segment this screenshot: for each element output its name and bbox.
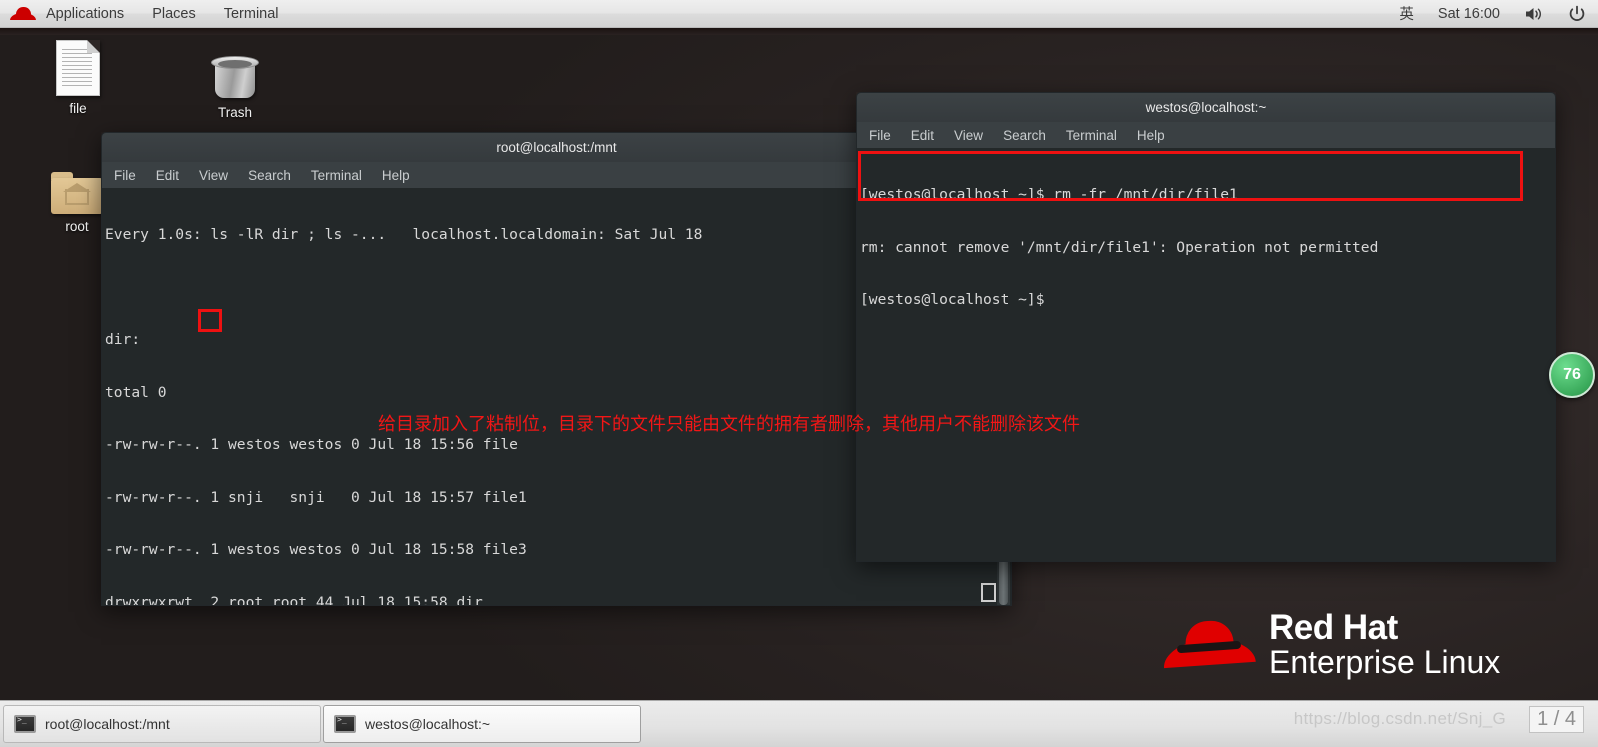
terminal2-menu-terminal[interactable]: Terminal	[1066, 128, 1117, 143]
menu-applications-label: Applications	[46, 5, 125, 22]
terminal1-menu-edit[interactable]: Edit	[156, 168, 179, 183]
desktop-icon-trash[interactable]: Trash	[187, 38, 283, 120]
taskbar-item-westos[interactable]: westos@localhost:~	[323, 705, 641, 743]
terminal1-title: root@localhost:/mnt	[496, 140, 617, 155]
terminal2-line-2: [westos@localhost ~]$	[860, 291, 1045, 308]
terminal1-menu-help[interactable]: Help	[382, 168, 410, 183]
terminal1-line-7: drwxrwxrwt 2 root root 44 Jul 18 15:58 d…	[105, 593, 483, 606]
notification-badge[interactable]: 76	[1549, 352, 1595, 398]
desktop-icon-trash-label: Trash	[217, 105, 252, 120]
redhat-enterprise-linux-branding: Red Hat Enterprise Linux	[1162, 608, 1501, 680]
terminal2-menu-search[interactable]: Search	[1003, 128, 1046, 143]
terminal1-menu-file[interactable]: File	[114, 168, 136, 183]
terminal2-screen[interactable]: [westos@localhost ~]$ rm -fr /mnt/dir/fi…	[856, 148, 1556, 562]
terminal1-menu-terminal[interactable]: Terminal	[311, 168, 362, 183]
terminal2-menubar: File Edit View Search Terminal Help	[856, 122, 1556, 148]
terminal2-menu-view[interactable]: View	[954, 128, 983, 143]
terminal-icon	[334, 715, 356, 733]
taskbar-item-root[interactable]: root@localhost:/mnt	[3, 705, 321, 743]
terminal2-menu-file[interactable]: File	[869, 128, 891, 143]
menu-terminal[interactable]: Terminal	[210, 0, 293, 28]
top-panel: Applications Places Terminal 英 Sat 16:00	[0, 0, 1598, 28]
taskbar-item-root-label: root@localhost:/mnt	[45, 716, 170, 732]
redhat-hat-icon	[1162, 613, 1256, 675]
terminal-icon	[14, 715, 36, 733]
terminal2-title: westos@localhost:~	[1145, 100, 1267, 115]
volume-icon[interactable]	[1512, 0, 1556, 28]
terminal1-cursor	[981, 583, 996, 602]
menu-places-label: Places	[152, 5, 196, 22]
trash-icon	[187, 38, 283, 100]
terminal2-line-1: rm: cannot remove '/mnt/dir/file1': Oper…	[860, 238, 1379, 256]
input-method-indicator[interactable]: 英	[1387, 0, 1426, 28]
csdn-watermark: https://blog.csdn.net/Snj_G	[1293, 709, 1506, 728]
redhat-logo-icon[interactable]	[10, 6, 36, 22]
terminal2-titlebar[interactable]: westos@localhost:~	[856, 92, 1556, 122]
power-icon[interactable]	[1556, 0, 1598, 28]
terminal1-menu-search[interactable]: Search	[248, 168, 291, 183]
page-indicator: 1 / 4	[1529, 706, 1584, 733]
clock[interactable]: Sat 16:00	[1426, 0, 1512, 28]
document-icon	[30, 34, 126, 96]
desktop-icon-file-label: file	[69, 101, 87, 116]
menu-places[interactable]: Places	[138, 0, 210, 28]
menu-applications[interactable]: Applications	[32, 0, 138, 28]
clock-label: Sat 16:00	[1437, 5, 1500, 22]
input-method-label: 英	[1399, 7, 1414, 23]
menu-terminal-label: Terminal	[223, 5, 279, 22]
terminal2-menu-help[interactable]: Help	[1137, 128, 1165, 143]
terminal2-line-0: [westos@localhost ~]$ rm -fr /mnt/dir/fi…	[860, 186, 1238, 203]
desktop-icon-file[interactable]: file	[30, 34, 126, 116]
brand-line-2: Enterprise Linux	[1269, 643, 1501, 680]
terminal-window-westos[interactable]: westos@localhost:~ File Edit View Search…	[856, 92, 1556, 562]
terminal2-menu-edit[interactable]: Edit	[911, 128, 934, 143]
taskbar-item-westos-label: westos@localhost:~	[365, 716, 491, 732]
brand-line-1: Red Hat	[1269, 608, 1398, 647]
annotation-text: 给目录加入了粘制位，目录下的文件只能由文件的拥有者删除，其他用户不能删除该文件	[378, 414, 1080, 435]
terminal1-menu-view[interactable]: View	[199, 168, 228, 183]
